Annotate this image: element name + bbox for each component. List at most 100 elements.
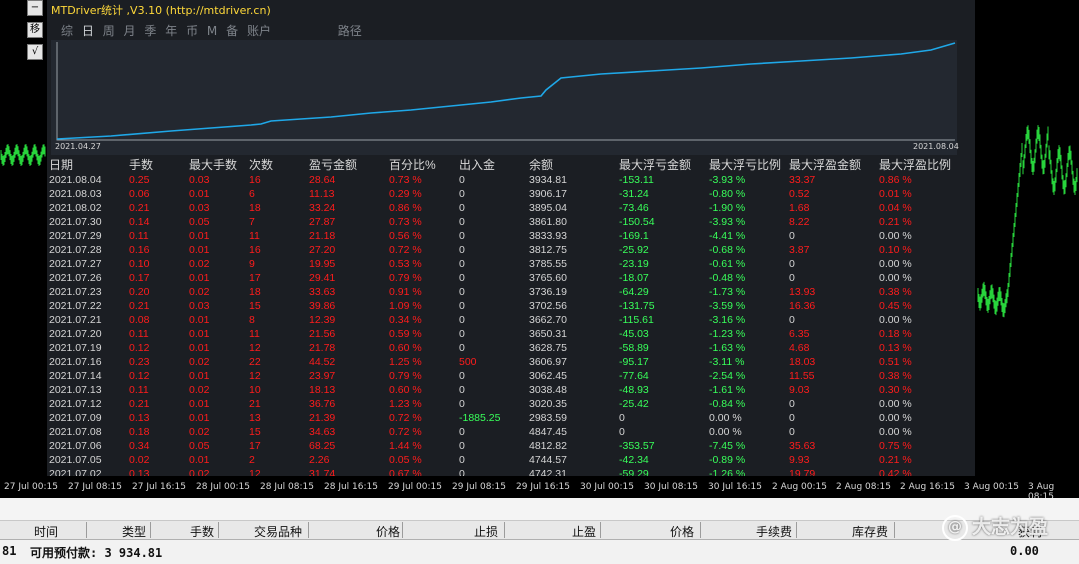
terminal-column-header[interactable]: 手续费 <box>756 523 792 540</box>
column-header[interactable]: 百分比% <box>389 156 459 173</box>
table-cell: 0 <box>459 230 465 242</box>
table-cell: 0.72 % <box>389 244 422 256</box>
table-cell: -73.46 <box>619 202 649 214</box>
table-cell: 0.02 <box>189 356 210 368</box>
time-tick-label: 27 Jul 16:15 <box>132 482 186 492</box>
table-cell: -3.16 % <box>709 314 746 326</box>
time-tick-label: 30 Jul 00:15 <box>580 482 634 492</box>
table-cell: 0.02 <box>189 286 210 298</box>
time-tick-label: 28 Jul 16:15 <box>324 482 378 492</box>
table-cell: 2021.07.23 <box>49 286 102 298</box>
minimize-button[interactable]: − <box>27 0 43 16</box>
table-row: 2021.07.30 0.14 0.05 7 27.87 0.73 % 0 3861.80 -1… <box>49 215 964 229</box>
table-cell: -1.73 % <box>709 286 746 298</box>
table-cell: 3020.35 <box>529 398 567 410</box>
terminal-column-header[interactable]: 时间 <box>34 523 58 540</box>
column-header[interactable]: 日期 <box>49 156 129 173</box>
table-cell: 0.10 % <box>879 244 912 256</box>
terminal-column-header[interactable]: 交易品种 <box>254 523 302 540</box>
tab-currency[interactable]: 币 <box>186 22 198 39</box>
table-cell: 36.76 <box>309 398 336 410</box>
time-tick-label: 29 Jul 00:15 <box>388 482 442 492</box>
column-header[interactable]: 手数 <box>129 156 189 173</box>
column-header[interactable]: 最大浮盈比例 <box>879 156 964 173</box>
table-cell: 12 <box>249 342 261 354</box>
column-separator[interactable] <box>504 522 505 538</box>
tab-account[interactable]: 账户 <box>247 22 271 39</box>
table-cell: 18.13 <box>309 384 336 396</box>
column-separator[interactable] <box>218 522 219 538</box>
tab-year[interactable]: 年 <box>165 22 177 39</box>
column-header[interactable]: 最大浮盈金额 <box>789 156 879 173</box>
table-cell: -2.54 % <box>709 370 746 382</box>
table-cell: 4744.57 <box>529 454 567 466</box>
tab-path[interactable]: 路径 <box>338 22 362 39</box>
table-cell: 0.01 <box>189 454 210 466</box>
table-cell: 0.17 <box>129 272 150 284</box>
table-cell: 2.26 <box>309 454 330 466</box>
column-header[interactable]: 盈亏金额 <box>309 156 389 173</box>
table-cell: 0 <box>459 174 465 186</box>
check-button[interactable]: √ <box>27 44 43 60</box>
terminal-column-header[interactable]: 价格 <box>670 523 694 540</box>
table-cell: 2021.07.09 <box>49 412 102 424</box>
column-separator[interactable] <box>86 522 87 538</box>
table-cell: 27.87 <box>309 216 336 228</box>
table-cell: 0.79 % <box>389 272 422 284</box>
table-cell: 0 <box>459 188 465 200</box>
terminal-column-header[interactable]: 手数 <box>190 523 214 540</box>
table-cell: 0 <box>619 426 625 438</box>
time-tick-label: 30 Jul 16:15 <box>708 482 762 492</box>
table-cell: 0 <box>459 216 465 228</box>
table-cell: 33.24 <box>309 202 336 214</box>
terminal-left-number: 81 <box>2 544 17 558</box>
table-cell: 0.21 % <box>879 216 912 228</box>
column-separator[interactable] <box>308 522 309 538</box>
watermark-text: 大志为盈 <box>972 516 1049 538</box>
table-cell: 0.01 <box>189 398 210 410</box>
table-cell: -353.57 <box>619 440 655 452</box>
table-cell: 2021.07.12 <box>49 398 102 410</box>
table-cell: -77.64 <box>619 370 649 382</box>
table-cell: 0.75 % <box>879 440 912 452</box>
tab-day[interactable]: 日 <box>82 22 94 39</box>
table-row: 2021.07.08 0.18 0.02 15 34.63 0.72 % 0 4847.45 0… <box>49 425 964 439</box>
move-button[interactable]: 移 <box>27 22 43 38</box>
column-separator[interactable] <box>150 522 151 538</box>
time-tick-label: 28 Jul 08:15 <box>260 482 314 492</box>
terminal-column-header[interactable]: 价格 <box>376 523 400 540</box>
column-separator[interactable] <box>700 522 701 538</box>
table-cell: 29.41 <box>309 272 336 284</box>
tab-quarter[interactable]: 季 <box>144 22 156 39</box>
table-cell: 3785.55 <box>529 258 567 270</box>
column-separator[interactable] <box>796 522 797 538</box>
tab-week[interactable]: 周 <box>103 22 115 39</box>
table-cell: 23.97 <box>309 370 336 382</box>
table-cell: 0.00 % <box>879 272 912 284</box>
table-cell: -58.89 <box>619 342 649 354</box>
column-header[interactable]: 次数 <box>249 156 309 173</box>
tab-month[interactable]: 月 <box>124 22 136 39</box>
table-cell: 0.00 % <box>709 426 742 438</box>
table-cell: 0.18 <box>129 426 150 438</box>
column-separator[interactable] <box>600 522 601 538</box>
column-separator[interactable] <box>402 522 403 538</box>
terminal-column-header[interactable]: 止损 <box>474 523 498 540</box>
table-cell: 0.21 % <box>879 454 912 466</box>
table-cell: 0.05 <box>189 216 210 228</box>
tab-summary[interactable]: 综 <box>61 22 73 39</box>
column-separator[interactable] <box>894 522 895 538</box>
tab-notes[interactable]: 备 <box>226 22 238 39</box>
column-header[interactable]: 余额 <box>529 156 619 173</box>
terminal-column-header[interactable]: 止盈 <box>572 523 596 540</box>
column-header[interactable]: 最大浮亏金额 <box>619 156 709 173</box>
terminal-column-header[interactable]: 库存费 <box>852 523 888 540</box>
column-header[interactable]: 最大手数 <box>189 156 249 173</box>
table-cell: 0.38 % <box>879 370 912 382</box>
terminal-column-header[interactable]: 类型 <box>122 523 146 540</box>
column-header[interactable]: 出入金 <box>459 156 529 173</box>
column-header[interactable]: 最大浮亏比例 <box>709 156 789 173</box>
table-cell: 21.78 <box>309 342 336 354</box>
table-cell: 0.00 % <box>879 412 912 424</box>
tab-m[interactable]: M <box>207 24 217 38</box>
